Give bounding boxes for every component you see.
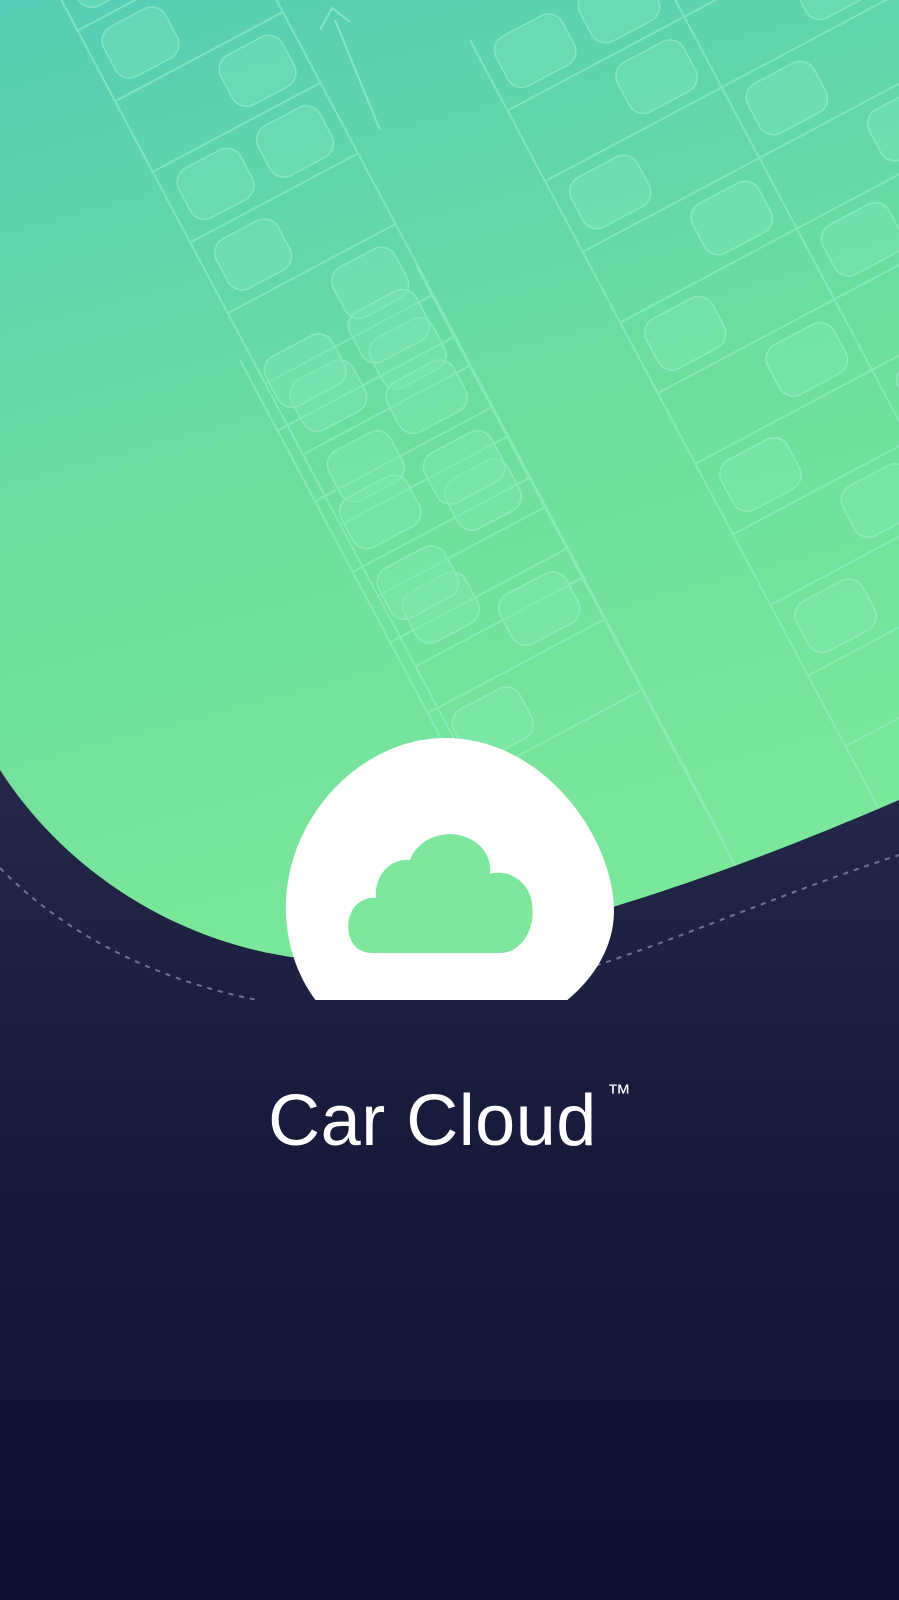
app-title: Car Cloud ™ bbox=[0, 1082, 899, 1158]
trademark-symbol: ™ bbox=[606, 1080, 631, 1107]
splash-screen: Car Cloud ™ bbox=[0, 0, 899, 1600]
hero-parking-lot-illustration bbox=[0, 0, 899, 1000]
app-name: Car Cloud bbox=[268, 1081, 597, 1161]
